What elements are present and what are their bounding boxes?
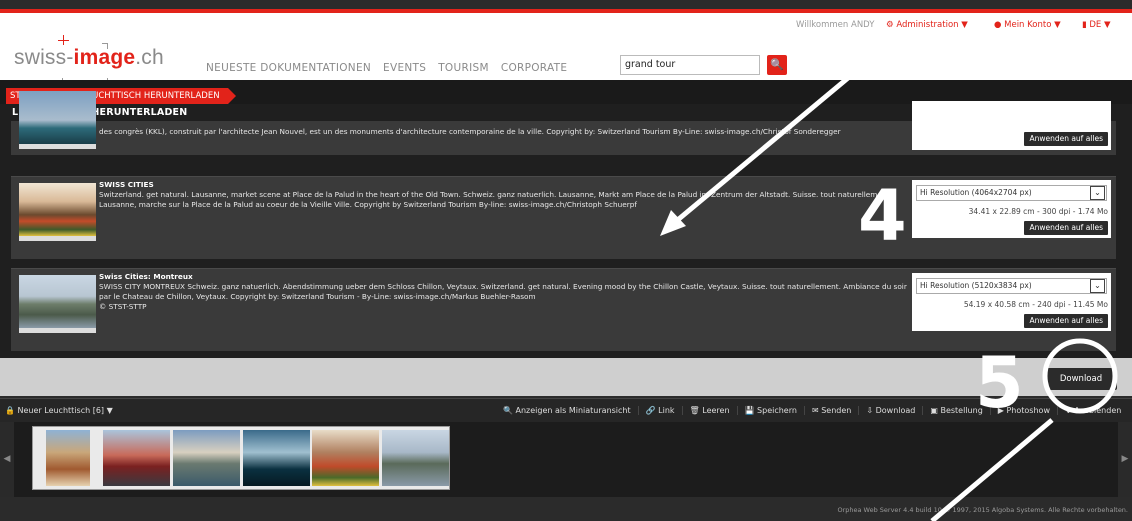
resolution-value: Hi Resolution (5120x3834 px): [920, 281, 1032, 290]
item-description: Swiss Cities: Montreux SWISS CITY MONTRE…: [99, 272, 909, 312]
nav-corporate[interactable]: CORPORATE: [501, 62, 567, 74]
annotation-number-4: 4: [858, 175, 907, 257]
thumbnail-image[interactable]: [19, 275, 96, 333]
chevron-down-icon: ⌄: [1090, 279, 1105, 293]
resolution-select[interactable]: Hi Resolution (5120x3834 px) ⌄: [916, 278, 1107, 294]
thumbnail-image[interactable]: [19, 91, 96, 149]
list-item: SWISS CITIES Switzerland. get natural. L…: [11, 176, 1116, 259]
footer-copyright: Orphea Web Server 4.4 build 10 © 1997, 2…: [837, 506, 1128, 514]
tool-label: Download: [875, 406, 916, 415]
resolution-panel: Hi Resolution (4064x2704 px) ⌄ 34.41 x 2…: [912, 180, 1111, 238]
lightbox-thumb[interactable]: [173, 430, 240, 486]
lightbox-thumb[interactable]: [243, 430, 310, 486]
annotation-number-5: 5: [975, 342, 1024, 424]
download-button[interactable]: Download: [1045, 368, 1117, 390]
account-label: Mein Konto ▼: [1004, 20, 1061, 30]
apply-to-all-button[interactable]: Anwenden auf alles: [1024, 221, 1108, 235]
lightbox-strip: ◀ ▶: [0, 422, 1132, 497]
clear-button[interactable]: 🗑 Leeren: [681, 406, 737, 415]
download-tool-button[interactable]: ⇩ Download: [858, 406, 922, 415]
main-nav: NEUESTE DOKUMENTATIONEN EVENTS TOURISM C…: [206, 62, 567, 74]
save-button[interactable]: 💾 Speichern: [736, 406, 804, 415]
item-description: SWISS CITIES Switzerland. get natural. L…: [99, 180, 909, 210]
thumbnail-view-button[interactable]: 🔍 Anzeigen als Miniaturansicht: [496, 406, 638, 415]
tool-label: Speichern: [757, 406, 797, 415]
lock-icon: 🔒: [5, 406, 15, 415]
file-dimensions: 54.19 x 40.58 cm - 240 dpi - 11.45 Mo: [963, 300, 1108, 309]
item-description: des congrès (KKL), construit par l'archi…: [99, 127, 841, 136]
logo-text: swiss-image.ch: [14, 46, 164, 69]
tool-label: Senden: [821, 406, 852, 415]
language-menu[interactable]: ▮ DE ▼: [1082, 20, 1111, 34]
item-title: SWISS CITIES: [99, 180, 154, 189]
scroll-left-icon[interactable]: ◀: [0, 422, 14, 497]
list-item: des congrès (KKL), construit par l'archi…: [11, 91, 1116, 155]
scroll-right-icon[interactable]: ▶: [1118, 422, 1132, 497]
list-item: Swiss Cities: Montreux SWISS CITY MONTRE…: [11, 268, 1116, 351]
search-icon: 🔍: [770, 58, 784, 71]
resolution-panel: Anwenden auf alles: [912, 101, 1111, 150]
administration-menu[interactable]: ⚙ Administration ▼: [886, 20, 968, 34]
lightbox-toolbar: 🔒 Neuer Leuchttisch [6] ▼ 🔍 Anzeigen als…: [0, 398, 1132, 422]
apply-to-all-button[interactable]: Anwenden auf alles: [1024, 132, 1108, 146]
file-dimensions: 34.41 x 22.89 cm - 300 dpi - 1.74 Mo: [968, 207, 1108, 216]
item-text: Switzerland. get natural. Lausanne, mark…: [99, 190, 892, 209]
tool-label: Link: [658, 406, 675, 415]
nav-tourism[interactable]: TOURISM: [438, 62, 489, 74]
tool-label: Anzeigen als Miniaturansicht: [515, 406, 631, 415]
swiss-image-logo[interactable]: swiss-image.ch: [14, 26, 164, 86]
resolution-value: Hi Resolution (4064x2704 px): [920, 188, 1032, 197]
lightbox-selector[interactable]: 🔒 Neuer Leuchttisch [6] ▼: [5, 406, 113, 415]
nav-neueste-dokumentationen[interactable]: NEUESTE DOKUMENTATIONEN: [206, 62, 371, 74]
language-label: DE ▼: [1089, 20, 1111, 30]
action-bar: [0, 358, 1132, 396]
lightbox-thumb[interactable]: [103, 430, 170, 486]
apply-to-all-button[interactable]: Anwenden auf alles: [1024, 314, 1108, 328]
lightbox-thumb[interactable]: [382, 430, 449, 486]
chevron-down-icon: ⌄: [1090, 186, 1105, 200]
link-button[interactable]: 🔗 Link: [637, 406, 682, 415]
resolution-panel: Hi Resolution (5120x3834 px) ⌄ 54.19 x 4…: [912, 273, 1111, 331]
item-title: Swiss Cities: Montreux: [99, 272, 193, 281]
speech-bubble-icon: ▮: [1082, 20, 1087, 30]
hide-button[interactable]: ↓ Ausblenden: [1056, 406, 1128, 415]
item-credit: © STST-STTP: [99, 302, 147, 311]
item-text: SWISS CITY MONTREUX Schweiz. ganz natuer…: [99, 282, 907, 301]
tool-label: Leeren: [702, 406, 730, 415]
lightbox-tools: 🔍 Anzeigen als Miniaturansicht 🔗 Link 🗑 …: [496, 406, 1128, 415]
user-icon: ●: [994, 20, 1002, 30]
lightbox-thumbnails: [32, 426, 450, 490]
footer: Orphea Web Server 4.4 build 10 © 1997, 2…: [0, 497, 1132, 521]
page: { "header": { "logo": "swiss-image.ch", …: [0, 0, 1132, 521]
nav-events[interactable]: EVENTS: [383, 62, 426, 74]
logo-cross-bar: [58, 40, 69, 41]
welcome-text: Willkommen ANDY: [796, 20, 875, 30]
administration-label: Administration ▼: [896, 20, 968, 30]
search-button[interactable]: 🔍: [767, 55, 787, 75]
resolution-select[interactable]: Hi Resolution (4064x2704 px) ⌄: [916, 185, 1107, 201]
search-input[interactable]: grand tour: [620, 55, 760, 75]
lightbox-thumb[interactable]: [46, 430, 90, 486]
send-button[interactable]: ✉ Senden: [803, 406, 858, 415]
tool-label: Ausblenden: [1074, 406, 1122, 415]
gear-icon: ⚙: [886, 20, 894, 30]
thumbnail-image[interactable]: [19, 183, 96, 241]
account-menu[interactable]: ● Mein Konto ▼: [994, 20, 1061, 34]
lightbox-name: Neuer Leuchttisch [6] ▼: [17, 406, 113, 415]
lightbox-thumb[interactable]: [312, 430, 379, 486]
